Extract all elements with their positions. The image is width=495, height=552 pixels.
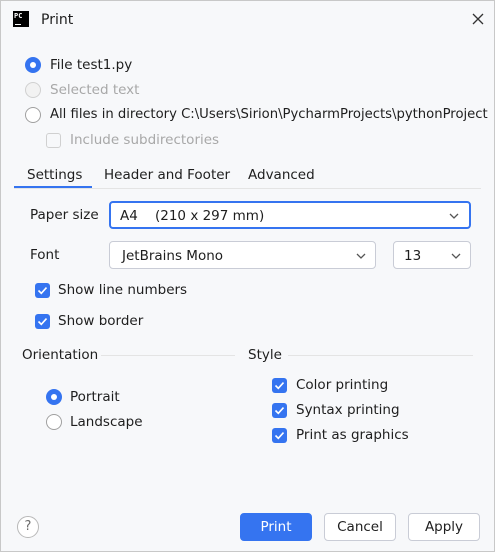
show-line-numbers-label[interactable]: Show line numbers	[58, 282, 187, 298]
pycharm-logo-text: PC	[14, 12, 23, 20]
chevron-down-icon	[450, 250, 462, 262]
paper-size-label: Paper size	[30, 207, 99, 223]
chevron-down-icon	[448, 210, 460, 222]
title-bar: PC Print	[1, 1, 494, 39]
print-dialog: PC Print File test1.py Selected text All…	[0, 0, 495, 552]
style-divider	[288, 355, 473, 356]
landscape-label[interactable]: Landscape	[70, 414, 143, 430]
all-files-label[interactable]: All files in directory C:\Users\Sirion\P…	[50, 107, 488, 122]
paper-size-select[interactable]: A4 (210 x 297 mm)	[109, 201, 471, 229]
color-printing-checkbox[interactable]	[272, 378, 287, 393]
show-border-checkbox[interactable]	[35, 314, 50, 329]
landscape-radio[interactable]	[46, 414, 62, 430]
print-button[interactable]: Print	[240, 513, 312, 541]
portrait-radio[interactable]	[46, 389, 62, 405]
file-radio[interactable]	[25, 57, 41, 73]
active-tab-indicator	[14, 186, 92, 188]
include-subdirectories-label: Include subdirectories	[70, 132, 220, 148]
close-icon[interactable]	[470, 11, 486, 27]
font-label: Font	[30, 247, 60, 263]
portrait-label[interactable]: Portrait	[70, 389, 120, 405]
all-files-radio[interactable]	[25, 107, 41, 123]
show-border-label[interactable]: Show border	[58, 313, 143, 329]
paper-size-value: A4 (210 x 297 mm)	[120, 208, 265, 224]
tab-advanced[interactable]: Advanced	[248, 167, 315, 183]
color-printing-label[interactable]: Color printing	[296, 377, 388, 393]
pycharm-logo-icon: PC	[13, 11, 29, 27]
font-select[interactable]: JetBrains Mono	[109, 241, 376, 269]
tab-header-and-footer[interactable]: Header and Footer	[104, 167, 230, 183]
dialog-title: Print	[41, 12, 74, 28]
file-option-label[interactable]: File test1.py	[50, 57, 132, 73]
orientation-section-title: Orientation	[22, 347, 99, 363]
show-line-numbers-checkbox[interactable]	[35, 283, 50, 298]
selected-text-radio	[25, 82, 41, 98]
orientation-divider	[101, 355, 235, 356]
help-icon[interactable]: ?	[17, 516, 39, 538]
apply-button[interactable]: Apply	[408, 513, 480, 541]
style-section-title: Style	[248, 347, 282, 363]
print-as-graphics-checkbox[interactable]	[272, 428, 287, 443]
syntax-printing-label[interactable]: Syntax printing	[296, 402, 400, 418]
print-as-graphics-label[interactable]: Print as graphics	[296, 427, 409, 443]
font-value: JetBrains Mono	[122, 248, 224, 264]
tab-settings[interactable]: Settings	[27, 167, 82, 183]
selected-text-label: Selected text	[50, 82, 140, 98]
syntax-printing-checkbox[interactable]	[272, 403, 287, 418]
include-subdirectories-checkbox	[46, 133, 61, 148]
font-size-value: 13	[404, 248, 422, 264]
tab-divider	[14, 188, 481, 189]
font-size-select[interactable]: 13	[393, 241, 471, 269]
cancel-button[interactable]: Cancel	[324, 513, 396, 541]
chevron-down-icon	[355, 250, 367, 262]
